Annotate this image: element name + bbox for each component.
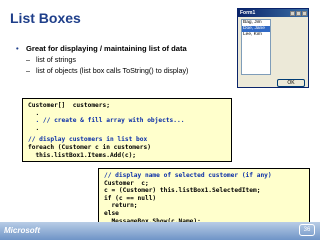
list-item[interactable]: Lee, Kim xyxy=(242,32,270,38)
code-line: if (c == null) xyxy=(104,194,157,202)
code-line: c = (Customer) this.listBox1.SelectedIte… xyxy=(104,187,261,195)
code-line: else xyxy=(104,209,119,217)
customer-listbox[interactable]: Bag, Jim Doe, Jane Lee, Kim xyxy=(241,19,271,75)
form-window: Form1 Bag, Jim Doe, Jane Lee, Kim OK xyxy=(237,8,309,88)
close-icon[interactable] xyxy=(302,10,307,16)
code-line: return; xyxy=(104,202,138,210)
minimize-icon[interactable] xyxy=(290,10,295,16)
code-line: . xyxy=(28,124,40,132)
bullet-list: Great for displaying / maintaining list … xyxy=(16,44,246,76)
slide-number: 36 xyxy=(299,224,315,236)
maximize-icon[interactable] xyxy=(296,10,301,16)
window-controls xyxy=(290,10,308,16)
footer-band xyxy=(0,222,320,240)
code-comment: // display name of selected customer (if… xyxy=(104,172,272,179)
code-comment: // display customers in list box xyxy=(28,136,148,144)
main-bullet: Great for displaying / maintaining list … xyxy=(16,44,246,54)
sub-bullet-objects: list of objects (list box calls ToString… xyxy=(16,65,246,76)
code-block-fill: Customer[] customers; . . // create & fi… xyxy=(22,98,232,162)
form-title: Form1 xyxy=(240,10,256,16)
sub-bullet-strings: list of strings xyxy=(16,54,246,65)
form-titlebar: Form1 xyxy=(238,9,308,17)
code-line: this.listBox1.Items.Add(c); xyxy=(28,151,137,159)
code-line: Customer[] customers; xyxy=(28,102,110,109)
ok-button[interactable]: OK xyxy=(277,79,305,87)
code-comment: . // create & fill array with objects... xyxy=(28,117,185,125)
brand-logo: Microsoft xyxy=(4,226,40,235)
slide-title: List Boxes xyxy=(10,10,81,26)
code-line: foreach (Customer c in customers) xyxy=(28,143,151,151)
